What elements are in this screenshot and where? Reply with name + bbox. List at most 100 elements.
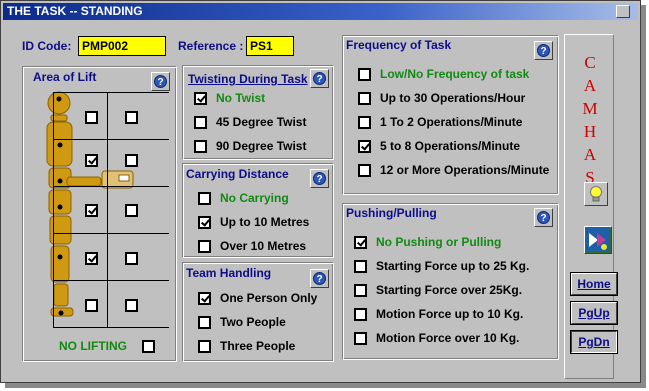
lift-left-checkbox[interactable] <box>85 154 98 167</box>
lift-right-checkbox[interactable] <box>125 154 138 167</box>
help-icon: ? <box>313 172 326 185</box>
team-option[interactable]: Two People <box>198 314 286 330</box>
frequency-option-label: Low/No Frequency of task <box>380 67 530 81</box>
pushing-option[interactable]: Starting Force over 25Kg. <box>354 282 522 298</box>
pushing-help-button[interactable]: ? <box>534 208 553 227</box>
carrying-title: Carrying Distance <box>186 167 289 181</box>
pushing-option-label: Starting Force over 25Kg. <box>376 283 523 297</box>
pushing-checkbox[interactable] <box>354 331 367 345</box>
team-option-label: One Person Only <box>220 291 318 305</box>
lift-grid-row-3 <box>53 186 169 187</box>
lift-grid-row-6 <box>53 327 169 328</box>
help-icon: ? <box>537 211 550 224</box>
task-standing-window: THE TASK -- STANDING ID Code: PMP002 Ref… <box>0 0 641 383</box>
frequency-checkbox[interactable] <box>358 139 371 153</box>
team-option-label: Three People <box>220 339 296 353</box>
no-lifting-label: NO LIFTING <box>59 339 127 353</box>
reference-field[interactable]: PS1 <box>246 36 294 56</box>
twisting-option[interactable]: 90 Degree Twist <box>194 138 306 154</box>
pushing-option[interactable]: Motion Force up to 10 Kg. <box>354 306 523 322</box>
help-icon: ? <box>313 272 326 285</box>
pushing-option-label: Motion Force over 10 Kg. <box>376 331 520 345</box>
twisting-help-button[interactable]: ? <box>310 69 329 88</box>
lift-diagram <box>46 91 134 317</box>
frequency-checkbox[interactable] <box>358 163 371 177</box>
reference-label: Reference : <box>178 39 244 53</box>
twisting-title: Twisting During Task <box>188 72 308 86</box>
team-checkbox[interactable] <box>198 315 211 329</box>
carrying-help-button[interactable]: ? <box>310 169 329 188</box>
carrying-option[interactable]: Over 10 Metres <box>198 238 306 254</box>
help-icon: ? <box>537 44 550 57</box>
twisting-checkbox[interactable] <box>194 139 207 153</box>
frequency-option[interactable]: Up to 30 Operations/Hour <box>358 90 525 106</box>
pushing-option[interactable]: Motion Force over 10 Kg. <box>354 330 519 346</box>
no-lifting-checkbox[interactable] <box>142 340 155 353</box>
pushing-checkbox[interactable] <box>354 283 367 297</box>
camhas-letter: M <box>582 99 598 118</box>
carrying-option-label: Up to 10 Metres <box>220 215 310 229</box>
pushing-option-label: No Pushing or Pulling <box>376 235 502 249</box>
window-title: THE TASK -- STANDING <box>7 4 143 18</box>
team-option[interactable]: One Person Only <box>198 290 317 306</box>
team-checkbox[interactable] <box>198 291 211 305</box>
lift-left-checkbox[interactable] <box>85 111 98 124</box>
team-option-label: Two People <box>220 315 286 329</box>
twisting-option[interactable]: 45 Degree Twist <box>194 114 306 130</box>
frequency-checkbox[interactable] <box>358 67 371 81</box>
carrying-option[interactable]: No Carrying <box>198 190 289 206</box>
pushing-checkbox[interactable] <box>354 307 367 321</box>
lift-left-checkbox[interactable] <box>85 299 98 312</box>
lightbulb-icon <box>590 186 602 202</box>
pushing-option[interactable]: Starting Force up to 25 Kg. <box>354 258 529 274</box>
help-icon: ? <box>154 75 167 88</box>
frequency-option-label: Up to 30 Operations/Hour <box>380 91 526 105</box>
lift-grid-row-1 <box>53 92 169 93</box>
navigate-button[interactable] <box>584 226 612 254</box>
carrying-checkbox[interactable] <box>198 239 211 253</box>
frequency-option[interactable]: Low/No Frequency of task <box>358 66 529 82</box>
id-code-field[interactable]: PMP002 <box>78 36 166 56</box>
pgdn-button[interactable]: PgDn <box>571 331 617 353</box>
frequency-option[interactable]: 1 To 2 Operations/Minute <box>358 114 522 130</box>
pushing-option[interactable]: No Pushing or Pulling <box>354 234 501 250</box>
team-help-button[interactable]: ? <box>310 269 329 288</box>
twisting-option[interactable]: No Twist <box>194 90 265 106</box>
camhas-letter: A <box>583 145 597 164</box>
frequency-checkbox[interactable] <box>358 115 371 129</box>
team-checkbox[interactable] <box>198 339 211 353</box>
pushing-checkbox[interactable] <box>354 259 367 273</box>
frequency-checkbox[interactable] <box>358 91 371 105</box>
frequency-option-label: 12 or More Operations/Minute <box>380 163 550 177</box>
camhas-letter: H <box>583 122 597 141</box>
pushing-option-label: Starting Force up to 25 Kg. <box>376 259 530 273</box>
pushing-checkbox[interactable] <box>354 235 367 249</box>
twisting-checkbox[interactable] <box>194 115 207 129</box>
frequency-option[interactable]: 12 or More Operations/Minute <box>358 162 549 178</box>
lift-right-checkbox[interactable] <box>125 204 138 217</box>
frequency-help-button[interactable]: ? <box>534 41 553 60</box>
lift-left-checkbox[interactable] <box>85 204 98 217</box>
pgup-button[interactable]: PgUp <box>571 302 617 324</box>
hint-button[interactable] <box>584 182 608 206</box>
carrying-checkbox[interactable] <box>198 191 211 205</box>
arrows-icon <box>586 228 610 252</box>
frequency-title: Frequency of Task <box>346 38 452 52</box>
close-icon[interactable] <box>616 5 630 18</box>
frequency-option-label: 1 To 2 Operations/Minute <box>380 115 523 129</box>
carrying-checkbox[interactable] <box>198 215 211 229</box>
frequency-option[interactable]: 5 to 8 Operations/Minute <box>358 138 520 154</box>
lift-left-checkbox[interactable] <box>85 252 98 265</box>
lift-grid-middle <box>107 92 108 328</box>
home-button[interactable]: Home <box>571 273 617 295</box>
twisting-checkbox[interactable] <box>194 91 207 105</box>
title-bar: THE TASK -- STANDING <box>3 3 638 20</box>
carrying-option[interactable]: Up to 10 Metres <box>198 214 309 230</box>
team-option[interactable]: Three People <box>198 338 295 354</box>
pushing-option-label: Motion Force up to 10 Kg. <box>376 307 524 321</box>
lift-right-checkbox[interactable] <box>125 299 138 312</box>
area-of-lift-title: Area of Lift <box>33 70 97 84</box>
lift-right-checkbox[interactable] <box>125 111 138 124</box>
camhas-letter: A <box>583 76 597 95</box>
lift-right-checkbox[interactable] <box>125 252 138 265</box>
